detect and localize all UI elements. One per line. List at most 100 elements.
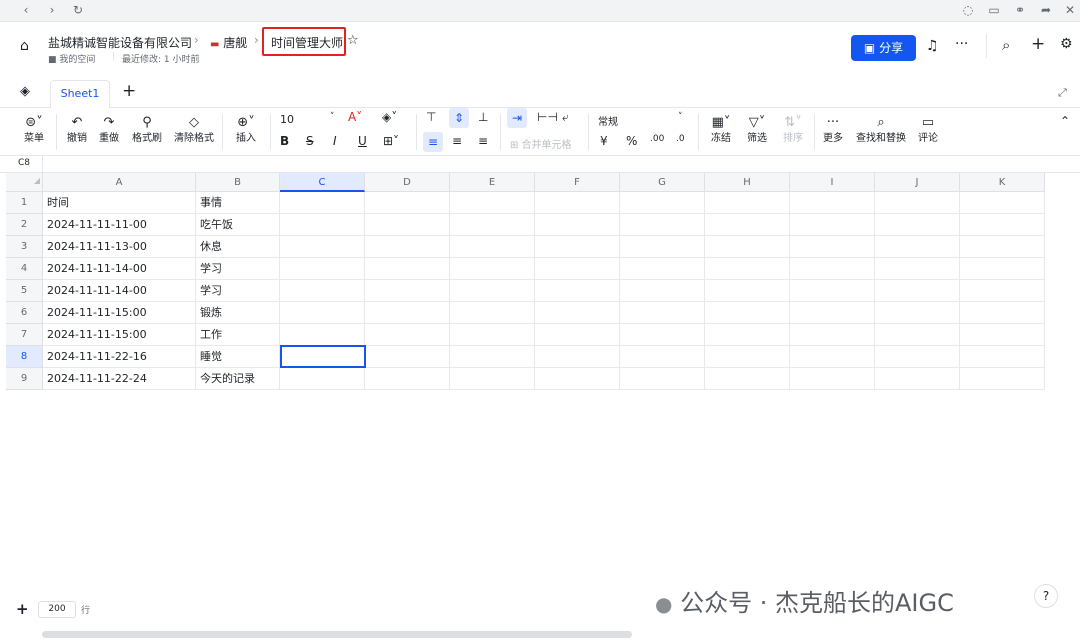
table-cell[interactable] [790, 324, 875, 346]
spreadsheet-grid[interactable]: ◢ A B C D E F G H I J K 1 时间 事情 2 2024-11-11-11-00 吃午饭 3 2… [6, 173, 1080, 390]
forward-share-icon[interactable]: ➦ [1038, 2, 1054, 18]
table-cell[interactable] [280, 236, 365, 258]
table-cell[interactable] [960, 280, 1045, 302]
table-cell[interactable] [365, 236, 450, 258]
table-cell[interactable] [705, 346, 790, 368]
align-center-icon[interactable]: ≡ [452, 134, 462, 148]
table-cell[interactable] [535, 214, 620, 236]
table-cell[interactable] [960, 258, 1045, 280]
table-cell[interactable]: 吃午饭 [196, 214, 280, 236]
chevron-down-icon[interactable]: ˅ [330, 112, 335, 122]
wrap-clip-icon[interactable]: ⊢⊣ [537, 110, 558, 124]
tab-sheet1[interactable]: Sheet1 [50, 80, 110, 108]
column-header-b[interactable]: B [196, 173, 280, 192]
strikethrough-icon[interactable]: S [306, 134, 314, 148]
table-cell[interactable] [535, 302, 620, 324]
table-cell[interactable]: 2024-11-11-22-16 [43, 346, 196, 368]
table-cell[interactable] [960, 236, 1045, 258]
column-header-k[interactable]: K [960, 173, 1045, 192]
table-cell[interactable] [365, 280, 450, 302]
table-cell[interactable]: 睡觉 [196, 346, 280, 368]
currency-icon[interactable]: ¥ [600, 134, 608, 148]
font-color-icon[interactable]: A˅ [348, 110, 362, 124]
table-cell[interactable] [620, 258, 705, 280]
table-cell[interactable] [960, 192, 1045, 214]
column-header-g[interactable]: G [620, 173, 705, 192]
select-all-corner[interactable]: ◢ [6, 173, 43, 192]
table-cell[interactable] [450, 280, 535, 302]
menu-button[interactable]: ⊜˅ 菜单 [18, 114, 50, 146]
table-cell[interactable] [620, 302, 705, 324]
align-right-icon[interactable]: ≡ [478, 134, 488, 148]
column-header-h[interactable]: H [705, 173, 790, 192]
table-cell[interactable]: 时间 [43, 192, 196, 214]
border-icon[interactable]: ⊞˅ [383, 134, 399, 148]
wrap-text-icon[interactable]: ⤶ [562, 110, 569, 125]
table-cell[interactable]: 工作 [196, 324, 280, 346]
table-cell[interactable]: 2024-11-11-22-24 [43, 368, 196, 390]
table-cell[interactable] [875, 280, 960, 302]
find-replace-button[interactable]: ⌕ 查找和替换 [854, 114, 908, 146]
table-cell[interactable] [535, 280, 620, 302]
table-cell[interactable] [790, 346, 875, 368]
column-header-d[interactable]: D [365, 173, 450, 192]
link-icon[interactable]: ⚭ [1012, 2, 1028, 18]
star-icon[interactable]: ☆ [347, 33, 359, 48]
table-cell[interactable] [705, 368, 790, 390]
table-cell[interactable] [450, 258, 535, 280]
home-icon[interactable]: ⌂ [20, 38, 29, 54]
table-cell[interactable]: 2024-11-11-15:00 [43, 324, 196, 346]
table-cell[interactable] [365, 192, 450, 214]
decimal-decrease-icon[interactable]: .0 [676, 134, 685, 144]
table-cell[interactable] [960, 368, 1045, 390]
horizontal-scrollbar[interactable] [42, 631, 632, 638]
table-cell[interactable] [535, 324, 620, 346]
help-icon[interactable]: ? [1034, 584, 1058, 608]
table-cell[interactable] [620, 192, 705, 214]
table-cell[interactable] [875, 302, 960, 324]
table-cell[interactable] [875, 368, 960, 390]
column-header-a[interactable]: A [43, 173, 196, 192]
bold-icon[interactable]: B [280, 134, 289, 148]
table-cell[interactable] [705, 258, 790, 280]
table-cell[interactable] [705, 324, 790, 346]
table-cell[interactable] [875, 236, 960, 258]
table-cell[interactable] [450, 368, 535, 390]
redo-button[interactable]: ↷ 重做 [96, 114, 122, 146]
gear-icon[interactable]: ⚙ [1060, 36, 1073, 52]
breadcrumb-company[interactable]: 盐城精诚智能设备有限公司 [48, 34, 192, 51]
search-icon[interactable]: ⌕ [1002, 36, 1010, 54]
table-cell[interactable] [620, 280, 705, 302]
table-cell[interactable] [620, 368, 705, 390]
cell-reference[interactable]: C8 [18, 158, 30, 168]
row-header[interactable]: 4 [6, 258, 43, 280]
add-sheet-icon[interactable]: + [122, 81, 136, 101]
undo-button[interactable]: ↶ 撤销 [64, 114, 90, 146]
forward-icon[interactable]: › [44, 2, 60, 18]
italic-icon[interactable]: I [333, 134, 337, 148]
table-cell[interactable] [705, 214, 790, 236]
decimal-increase-icon[interactable]: .00 [650, 134, 664, 144]
table-cell[interactable] [875, 346, 960, 368]
table-cell[interactable] [450, 214, 535, 236]
align-left-icon[interactable]: ≡ [423, 132, 443, 152]
collapse-toolbar-icon[interactable]: ⌃ [1060, 114, 1070, 128]
sort-button[interactable]: ⇅˅ 排序 [778, 114, 808, 146]
table-cell[interactable] [280, 192, 365, 214]
table-cell[interactable] [365, 214, 450, 236]
table-cell[interactable]: 锻炼 [196, 302, 280, 324]
table-cell[interactable] [705, 192, 790, 214]
table-cell[interactable] [790, 302, 875, 324]
row-header[interactable]: 3 [6, 236, 43, 258]
table-cell[interactable] [790, 192, 875, 214]
align-top-icon[interactable]: ⊤ [426, 110, 436, 124]
font-size-select[interactable]: 10 [280, 113, 294, 126]
bell-icon[interactable]: ♫ [926, 38, 939, 54]
table-cell[interactable] [535, 346, 620, 368]
percent-icon[interactable]: % [626, 134, 637, 148]
column-header-e[interactable]: E [450, 173, 535, 192]
close-icon[interactable]: ✕ [1062, 2, 1078, 18]
column-header-f[interactable]: F [535, 173, 620, 192]
table-cell[interactable]: 休息 [196, 236, 280, 258]
table-cell[interactable] [875, 192, 960, 214]
